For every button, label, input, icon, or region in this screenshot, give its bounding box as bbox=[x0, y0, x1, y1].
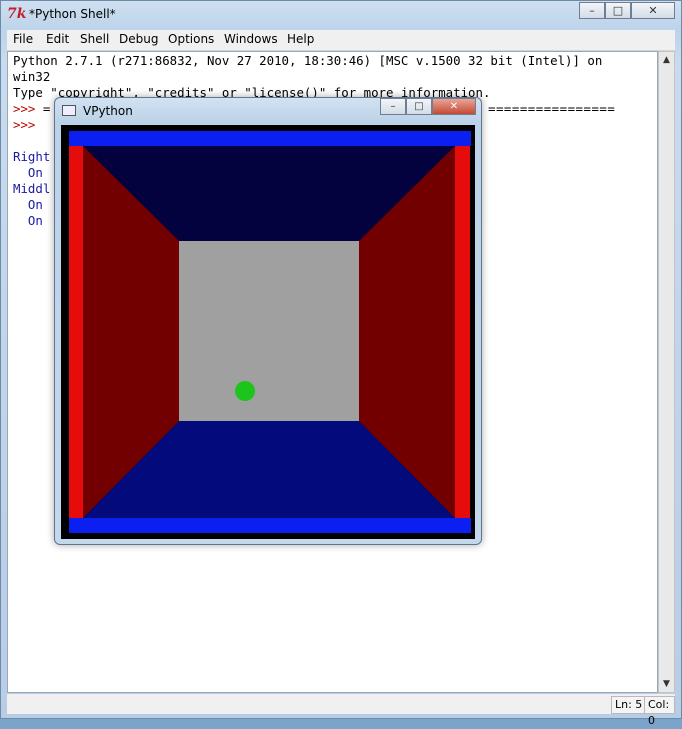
column-number: Col: 0 bbox=[644, 696, 675, 727]
output-line: win32 bbox=[13, 69, 51, 84]
output-line: On bbox=[13, 197, 43, 212]
scene-svg bbox=[69, 131, 471, 533]
menu-options[interactable]: Options bbox=[168, 32, 214, 46]
maximize-icon: □ bbox=[414, 101, 424, 112]
menu-file[interactable]: File bbox=[13, 32, 33, 46]
prompt: >>> bbox=[13, 117, 43, 132]
minimize-icon: – bbox=[390, 101, 396, 112]
restart-rule: ================ bbox=[488, 101, 616, 116]
restart-line: >>> = bbox=[13, 101, 58, 117]
scroll-down-icon[interactable]: ▼ bbox=[659, 676, 674, 692]
output-line: Python 2.7.1 (r271:86832, Nov 27 2010, 1… bbox=[13, 53, 603, 68]
menu-debug[interactable]: Debug bbox=[119, 32, 158, 46]
frame-bottom bbox=[69, 518, 471, 533]
status-bar: Ln: 5 Col: 0 bbox=[7, 694, 675, 727]
minimize-button[interactable]: – bbox=[579, 2, 605, 19]
right-edge bbox=[455, 146, 470, 518]
output-line: Right bbox=[13, 149, 51, 164]
output-line: On bbox=[13, 165, 43, 180]
vpython-maximize-button[interactable]: □ bbox=[406, 98, 432, 115]
menu-shell[interactable]: Shell bbox=[80, 32, 109, 46]
vpython-close-button[interactable]: ✕ bbox=[432, 98, 476, 115]
close-button[interactable]: ✕ bbox=[631, 2, 675, 19]
green-ball bbox=[235, 381, 255, 401]
vertical-scrollbar[interactable]: ▲ ▼ bbox=[658, 51, 675, 693]
vpython-title: VPython bbox=[83, 104, 133, 118]
close-icon: ✕ bbox=[449, 101, 459, 112]
back-wall bbox=[179, 241, 359, 421]
idle-icon: 7k bbox=[7, 6, 27, 22]
left-edge bbox=[69, 146, 83, 518]
minimize-icon: – bbox=[589, 4, 595, 17]
vpython-window: VPython – □ ✕ bbox=[54, 97, 482, 545]
close-icon: ✕ bbox=[648, 4, 658, 17]
menu-help[interactable]: Help bbox=[287, 32, 314, 46]
window-title: *Python Shell* bbox=[29, 7, 116, 21]
maximize-button[interactable]: □ bbox=[605, 2, 631, 19]
caption-buttons: – □ ✕ bbox=[579, 2, 675, 20]
menu-edit[interactable]: Edit bbox=[46, 32, 69, 46]
vpython-minimize-button[interactable]: – bbox=[380, 98, 406, 115]
menu-bar: File Edit Shell Debug Options Windows He… bbox=[7, 30, 675, 51]
vpython-scene-canvas[interactable] bbox=[61, 125, 475, 539]
maximize-icon: □ bbox=[612, 4, 624, 17]
output-line: On bbox=[13, 213, 43, 228]
menu-windows[interactable]: Windows bbox=[224, 32, 278, 46]
vpython-caption-buttons: – □ ✕ bbox=[380, 98, 476, 115]
prompt: >>> bbox=[13, 101, 43, 116]
output-line: Middl bbox=[13, 181, 51, 196]
scroll-up-icon[interactable]: ▲ bbox=[659, 52, 674, 68]
frame-top bbox=[69, 131, 471, 146]
window-icon bbox=[62, 105, 76, 116]
line-number: Ln: 5 bbox=[611, 696, 647, 714]
title-bar[interactable]: 7k *Python Shell* – □ ✕ bbox=[1, 1, 681, 29]
